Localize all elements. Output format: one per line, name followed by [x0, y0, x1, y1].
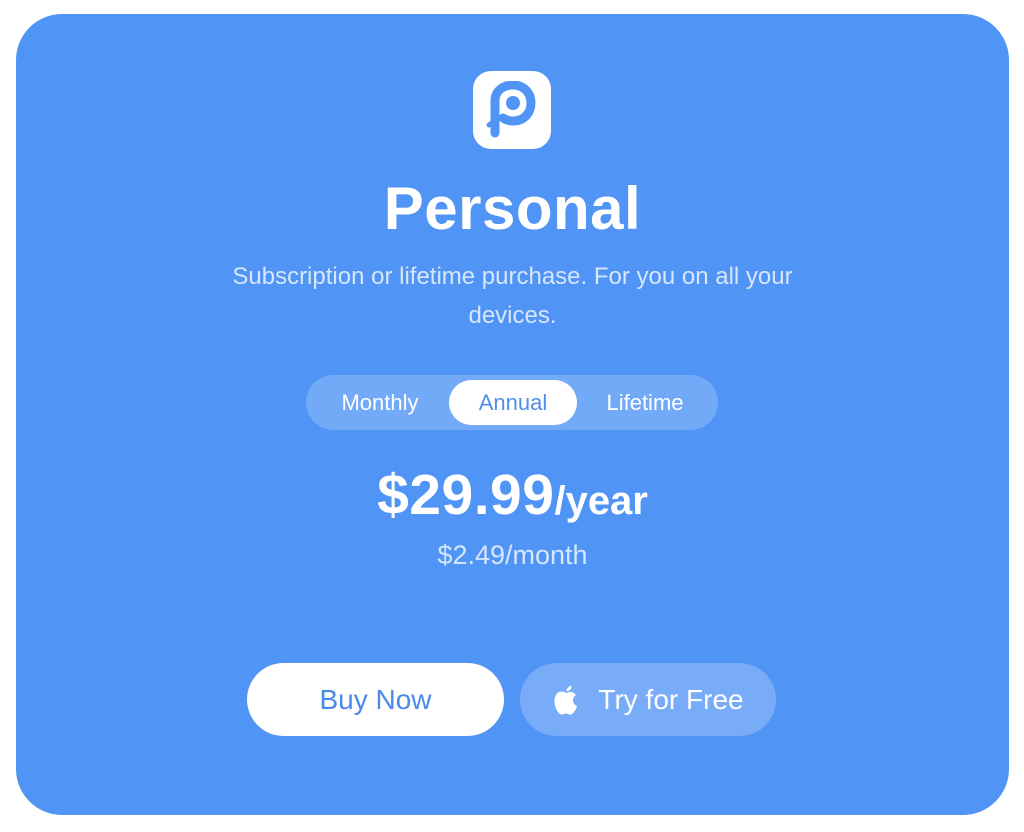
price-display: $29.99/year [16, 462, 1009, 528]
billing-period-toggle: Monthly Annual Lifetime [306, 375, 718, 430]
app-logo-icon [473, 71, 551, 149]
p-logo-glyph [486, 81, 536, 138]
pricing-card: Personal Subscription or lifetime purcha… [16, 14, 1009, 815]
price-amount: $29.99 [377, 463, 555, 527]
plan-title: Personal [383, 175, 642, 242]
try-for-free-button[interactable]: Try for Free [520, 663, 776, 736]
price-per-month: $2.49/month [437, 540, 588, 570]
plan-subtitle: Subscription or lifetime purchase. For y… [232, 263, 793, 329]
toggle-option-lifetime[interactable]: Lifetime [587, 380, 703, 425]
price-unit: /year [554, 479, 648, 523]
try-for-free-label: Try for Free [598, 683, 744, 715]
toggle-option-monthly[interactable]: Monthly [324, 380, 436, 425]
apple-icon [552, 684, 580, 716]
buy-now-button[interactable]: Buy Now [247, 663, 504, 736]
buy-now-label: Buy Now [319, 683, 432, 715]
toggle-option-annual[interactable]: Annual [449, 380, 577, 425]
